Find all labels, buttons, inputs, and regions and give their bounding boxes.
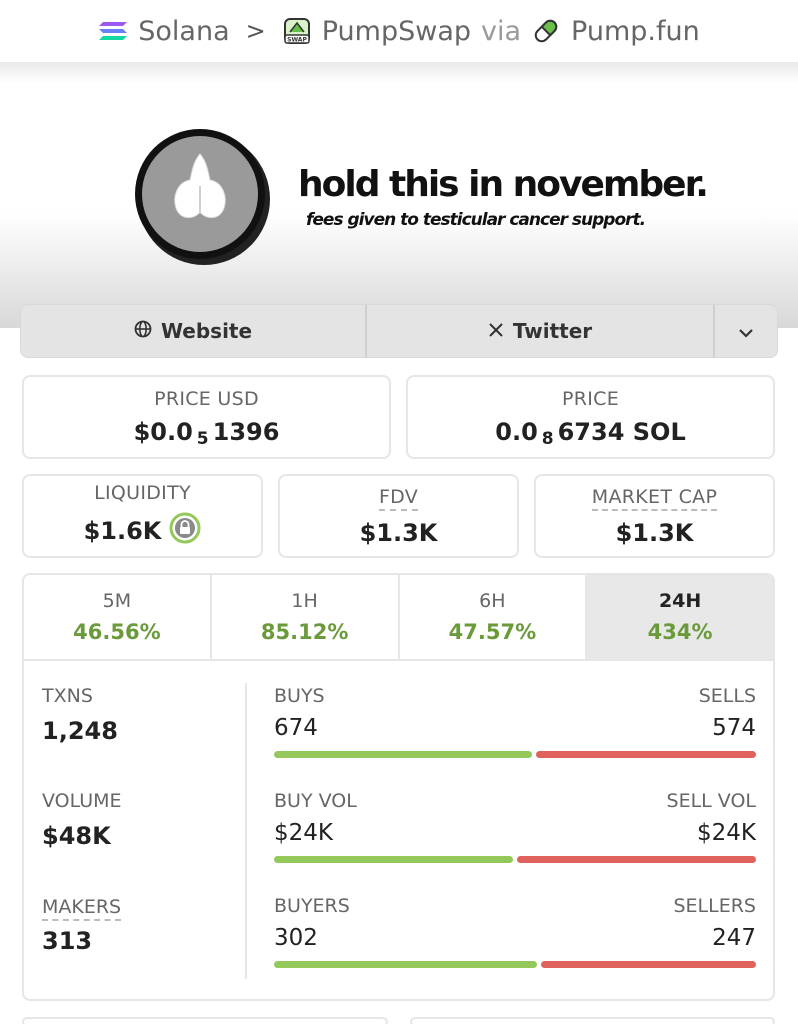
liquidity-value: $1.6K bbox=[83, 517, 162, 545]
buyers-sellers-row: BUYERS SELLERS 302 247 bbox=[274, 895, 756, 968]
timeframe-tabs: 5M 46.56% 1H 85.12% 6H 47.57% 24H 434% bbox=[24, 575, 773, 661]
website-label: Website bbox=[160, 319, 253, 343]
breadcrumb-dex[interactable]: PumpSwap bbox=[322, 16, 471, 47]
twitter-button[interactable]: Twitter bbox=[367, 305, 715, 357]
tab-change: 85.12% bbox=[260, 620, 349, 644]
price-usd-prefix: $0.0 bbox=[133, 418, 193, 446]
more-links-button[interactable] bbox=[715, 305, 777, 357]
buyers-value: 302 bbox=[274, 925, 318, 951]
banner-headline: hold this in november. bbox=[298, 164, 709, 205]
buy-vol-label: BUY VOL bbox=[274, 790, 357, 812]
tab-label: 1H bbox=[291, 590, 318, 612]
liquidity-value-row: $1.6K bbox=[84, 512, 202, 550]
tab-label: 5M bbox=[102, 590, 132, 612]
tab-change: 434% bbox=[647, 620, 713, 644]
price-native-digits: 6734 SOL bbox=[557, 418, 686, 446]
buys-value: 674 bbox=[274, 715, 318, 741]
token-logo bbox=[130, 124, 270, 265]
txns-value: 1,248 bbox=[42, 717, 118, 745]
market-cap-value: $1.3K bbox=[615, 518, 694, 547]
tab-6h[interactable]: 6H 47.57% bbox=[400, 575, 588, 659]
market-cap-label[interactable]: MARKET CAP bbox=[591, 486, 718, 511]
sellers-value: 247 bbox=[712, 925, 756, 951]
price-native-zero-count: 8 bbox=[541, 429, 554, 449]
makers-label[interactable]: MAKERS bbox=[42, 896, 122, 921]
globe-icon bbox=[134, 319, 152, 343]
volume-split-bar bbox=[274, 856, 756, 863]
volume-metric: VOLUME $48K bbox=[42, 790, 122, 850]
price-usd-card: PRICE USD $0.0 5 1396 bbox=[22, 375, 391, 459]
buys-sells-bar bbox=[274, 751, 756, 758]
price-usd-zero-count: 5 bbox=[196, 429, 209, 449]
breadcrumb-chain[interactable]: Solana bbox=[138, 16, 229, 47]
price-usd-digits: 1396 bbox=[212, 418, 280, 446]
buys-label: BUYS bbox=[274, 685, 325, 707]
svg-text:SWAP: SWAP bbox=[287, 37, 307, 44]
buy-vol-value: $24K bbox=[274, 820, 333, 846]
x-logo-icon bbox=[488, 319, 504, 343]
volume-label: VOLUME bbox=[42, 790, 122, 812]
sell-vol-label: SELL VOL bbox=[666, 790, 756, 812]
buyers-label: BUYERS bbox=[274, 895, 350, 917]
txns-label: TXNS bbox=[42, 685, 93, 707]
sell-vol-bar-segment bbox=[517, 856, 756, 863]
twitter-label: Twitter bbox=[512, 319, 593, 343]
sell-vol-value: $24K bbox=[697, 820, 756, 846]
price-native-label: PRICE bbox=[561, 388, 620, 410]
price-native-prefix: 0.0 bbox=[495, 418, 538, 446]
breadcrumb: Solana > SWAP PumpSwap via Pump.fun bbox=[0, 0, 798, 62]
chevron-down-icon bbox=[738, 319, 754, 343]
volume-split-row: BUY VOL SELL VOL $24K $24K bbox=[274, 790, 756, 863]
sells-bar-segment bbox=[536, 751, 756, 758]
buys-sells-row: BUYS SELLS 674 574 bbox=[274, 685, 756, 758]
market-cap-card: MARKET CAP $1.3K bbox=[534, 474, 775, 558]
sellers-bar-segment bbox=[540, 961, 756, 968]
breadcrumb-launchpad[interactable]: Pump.fun bbox=[571, 16, 700, 47]
makers-metric: MAKERS 313 bbox=[42, 896, 122, 955]
price-usd-value: $0.0 5 1396 bbox=[133, 418, 280, 449]
website-button[interactable]: Website bbox=[21, 305, 367, 357]
banner-subline: fees given to testicular cancer support. bbox=[306, 210, 646, 230]
sellers-label: SELLERS bbox=[673, 895, 756, 917]
next-card-right bbox=[410, 1017, 775, 1024]
fdv-label[interactable]: FDV bbox=[378, 486, 419, 511]
fdv-value: $1.3K bbox=[359, 518, 438, 547]
tab-change: 46.56% bbox=[73, 620, 161, 644]
makers-value: 313 bbox=[42, 927, 93, 955]
stats-panel: 5M 46.56% 1H 85.12% 6H 47.57% 24H 434% T… bbox=[22, 573, 775, 1001]
sells-label: SELLS bbox=[698, 685, 756, 707]
buyers-bar-segment bbox=[274, 961, 537, 968]
breadcrumb-via: via bbox=[481, 15, 522, 47]
solana-icon bbox=[98, 20, 128, 42]
chevron-right-icon: > bbox=[245, 17, 266, 45]
price-native-value: 0.0 8 6734 SOL bbox=[495, 418, 686, 449]
price-native-card: PRICE 0.0 8 6734 SOL bbox=[406, 375, 775, 459]
tab-1h[interactable]: 1H 85.12% bbox=[212, 575, 400, 659]
liquidity-card: LIQUIDITY $1.6K bbox=[22, 474, 263, 558]
price-usd-label: PRICE USD bbox=[154, 388, 259, 410]
buy-vol-bar-segment bbox=[274, 856, 513, 863]
tab-5m[interactable]: 5M 46.56% bbox=[24, 575, 212, 659]
tab-label: 6H bbox=[479, 590, 506, 612]
volume-value: $48K bbox=[42, 822, 111, 850]
tab-label: 24H bbox=[658, 590, 702, 612]
tab-change: 47.57% bbox=[448, 620, 537, 644]
pumpswap-icon: SWAP bbox=[282, 16, 312, 46]
liquidity-label: LIQUIDITY bbox=[94, 482, 191, 504]
token-banner: hold this in november. fees given to tes… bbox=[0, 62, 798, 328]
fdv-card: FDV $1.3K bbox=[278, 474, 519, 558]
social-links-bar: Website Twitter bbox=[20, 304, 778, 358]
sells-value: 574 bbox=[712, 715, 756, 741]
pill-icon bbox=[531, 16, 561, 46]
lock-icon[interactable] bbox=[169, 512, 201, 550]
tab-24h[interactable]: 24H 434% bbox=[587, 575, 773, 659]
column-divider bbox=[245, 683, 247, 979]
next-card-left bbox=[22, 1017, 388, 1024]
buys-bar-segment bbox=[274, 751, 533, 758]
txns-metric: TXNS 1,248 bbox=[42, 685, 118, 745]
buyers-sellers-bar bbox=[274, 961, 756, 968]
